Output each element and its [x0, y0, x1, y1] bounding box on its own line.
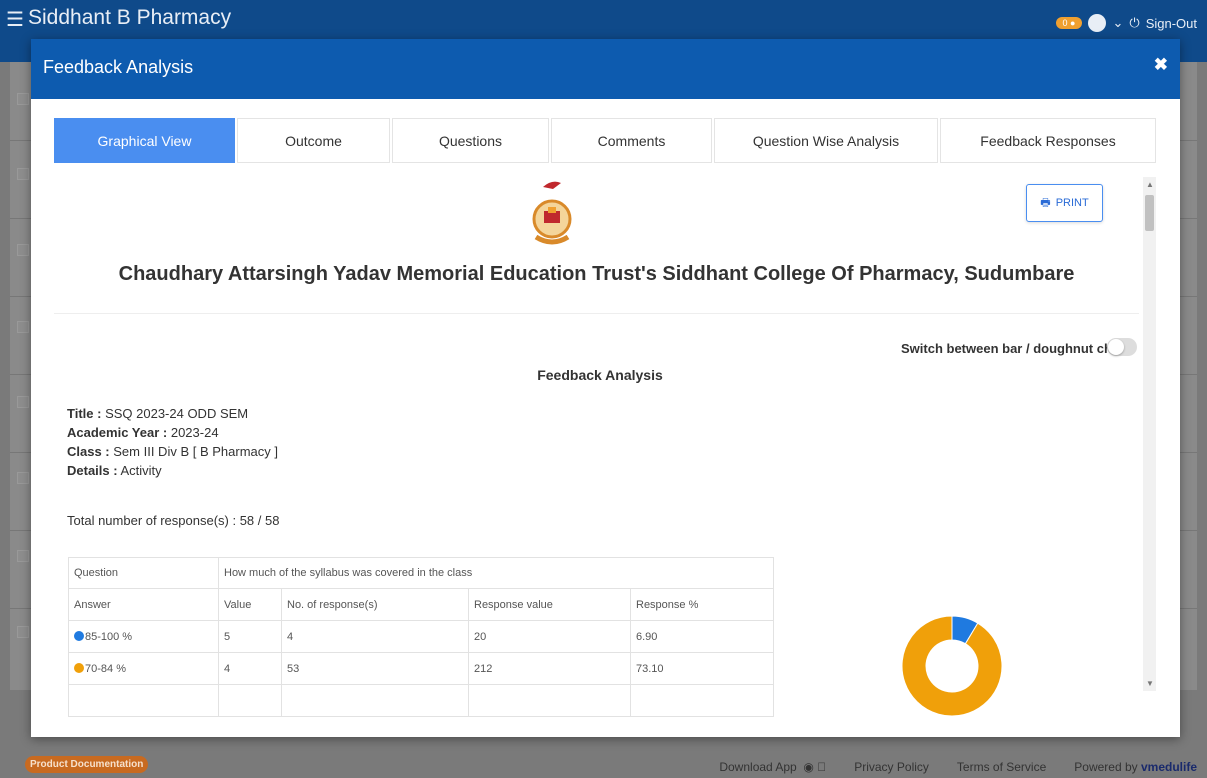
close-icon[interactable]: ✖	[1154, 55, 1168, 75]
meta-class: Sem III Div B [ B Pharmacy ]	[113, 444, 278, 459]
modal-header: Feedback Analysis ✖	[31, 39, 1180, 99]
feedback-meta: Title : SSQ 2023-24 ODD SEM Academic Yea…	[67, 406, 278, 478]
printer-icon: 🖶	[1040, 196, 1051, 209]
background-checkbox[interactable]	[17, 396, 29, 408]
total-responses: Total number of response(s) : 58 / 58	[67, 513, 280, 528]
question-label: Question	[68, 557, 219, 589]
privacy-policy-link[interactable]: Privacy Policy	[854, 760, 929, 774]
power-icon[interactable]: ⏻	[1129, 15, 1139, 31]
college-name: Chaudhary Attarsingh Yadav Memorial Educ…	[118, 263, 1075, 285]
section-title: Feedback Analysis	[537, 367, 663, 383]
scroll-thumb[interactable]	[1145, 195, 1154, 231]
scroll-up-icon[interactable]: ▲	[1146, 180, 1154, 189]
tab-outcome[interactable]: Outcome	[237, 118, 390, 163]
header-actions: 0 ● ⌄ ⏻ Sign-Out	[1055, 14, 1197, 32]
tab-question-wise-analysis[interactable]: Question Wise Analysis	[714, 118, 938, 163]
question-text: How much of the syllabus was covered in …	[218, 557, 774, 589]
meta-academic-year: 2023-24	[170, 425, 219, 440]
background-checkbox[interactable]	[17, 244, 29, 256]
table-row: 85-100 % 5 4 20 6.90	[68, 620, 774, 653]
chevron-down-icon[interactable]: ⌄	[1112, 15, 1123, 31]
background-checkbox[interactable]	[17, 626, 29, 638]
content-scrollbar[interactable]: ▲ ▼	[1143, 177, 1156, 691]
app-title: Siddhant B Pharmacy	[28, 6, 232, 29]
doughnut-chart	[901, 615, 1003, 717]
tab-bar: Graphical View Outcome Questions Comment…	[54, 118, 1156, 163]
background-checkbox[interactable]	[17, 472, 29, 484]
table-row	[68, 684, 774, 717]
response-table: Question How much of the syllabus was co…	[68, 557, 774, 717]
table-header-row: Answer Value No. of response(s) Response…	[68, 588, 774, 621]
meta-details: Activity	[120, 463, 162, 478]
legend-dot-icon	[74, 630, 84, 641]
report-content: 🖶 PRINT Chaudhary Attarsingh Yadav Memor…	[54, 177, 1139, 732]
legend-dot-icon	[74, 662, 84, 673]
powered-by: Powered by vmedulife	[1074, 760, 1197, 774]
background-checkbox[interactable]	[17, 321, 29, 333]
college-logo-icon	[532, 181, 572, 245]
tab-graphical-view[interactable]: Graphical View	[54, 118, 235, 163]
chart-type-toggle[interactable]	[1107, 338, 1137, 356]
table-row: Question How much of the syllabus was co…	[68, 557, 774, 589]
brand-logo[interactable]: vmedulife	[1141, 760, 1197, 774]
column-header: Response %	[630, 588, 774, 621]
user-avatar-icon[interactable]	[1088, 14, 1107, 32]
notification-badge[interactable]: 0 ●	[1055, 17, 1083, 29]
table-row: 70-84 % 4 53 212 73.10	[68, 652, 774, 685]
divider	[54, 313, 1139, 314]
background-checkbox[interactable]	[17, 168, 29, 180]
column-header: No. of response(s)	[281, 588, 469, 621]
chart-switch-label: Switch between bar / doughnut chart	[901, 341, 1129, 356]
print-button[interactable]: 🖶 PRINT	[1026, 184, 1103, 222]
footer-links: Download App ◉  Privacy Policy Terms of…	[719, 760, 1197, 774]
tab-comments[interactable]: Comments	[551, 118, 712, 163]
tab-questions[interactable]: Questions	[392, 118, 549, 163]
feedback-analysis-modal: Feedback Analysis ✖ Graphical View Outco…	[31, 39, 1180, 737]
modal-title: Feedback Analysis	[43, 57, 194, 77]
background-checkbox[interactable]	[17, 550, 29, 562]
tab-feedback-responses[interactable]: Feedback Responses	[940, 118, 1156, 163]
chart-slice-2[interactable]	[901, 615, 1003, 717]
terms-of-service-link[interactable]: Terms of Service	[957, 760, 1046, 774]
product-documentation-button[interactable]: Product Documentation	[25, 756, 149, 773]
meta-title: SSQ 2023-24 ODD SEM	[105, 406, 249, 421]
column-header: Response value	[468, 588, 631, 621]
signout-link[interactable]: Sign-Out	[1146, 16, 1197, 31]
hamburger-menu-icon[interactable]: ☰	[6, 7, 24, 32]
footer: Product Documentation Download App ◉  P…	[0, 752, 1207, 778]
column-header: Answer	[68, 588, 219, 621]
column-header: Value	[218, 588, 282, 621]
background-checkbox[interactable]	[17, 93, 29, 105]
scroll-down-icon[interactable]: ▼	[1146, 679, 1154, 688]
download-app-link[interactable]: Download App ◉ 	[719, 760, 826, 774]
